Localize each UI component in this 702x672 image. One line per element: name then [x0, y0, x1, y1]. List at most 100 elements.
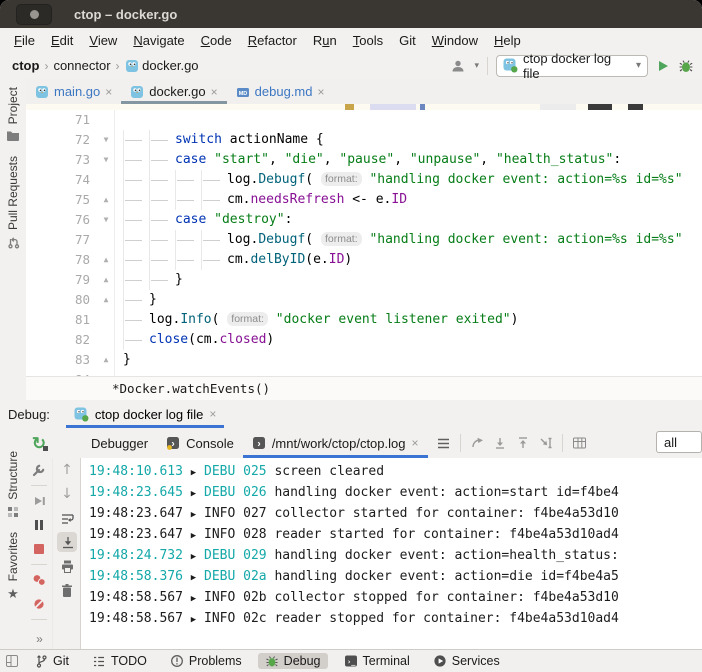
editor-tab-main-go[interactable]: main.go×	[26, 79, 121, 104]
debugger-tab-console[interactable]: ›Console	[157, 428, 243, 458]
user-icon[interactable]	[450, 58, 466, 74]
fold-marker-icon[interactable]: ▲	[98, 250, 114, 270]
fold-marker-icon[interactable]: ▲	[98, 290, 114, 310]
up-arrow-icon[interactable]: ↑	[57, 460, 77, 480]
menu-git[interactable]: Git	[391, 31, 424, 50]
fold-marker-icon[interactable]: ▲	[98, 270, 114, 290]
stop-icon[interactable]	[29, 539, 49, 559]
debug-session-tab[interactable]: ctop docker log file ×	[66, 400, 224, 428]
console-view-toolbar	[436, 434, 587, 452]
status-item-git[interactable]: Git	[28, 653, 76, 669]
breadcrumb: ctop› connector› docker.go	[0, 58, 199, 74]
tool-window-button-structure[interactable]: Structure	[6, 451, 20, 518]
clear-icon[interactable]	[57, 580, 77, 600]
settings-wrench-icon[interactable]	[29, 460, 49, 480]
fold-marker-icon[interactable]: ▼	[98, 150, 114, 170]
close-icon[interactable]: ×	[411, 437, 418, 449]
tool-window-button-favorites[interactable]: Favorites★	[6, 532, 20, 600]
pause-icon[interactable]	[29, 515, 49, 535]
run-toolbar: ▾ ctop docker log file ▾	[450, 55, 702, 77]
chevron-down-icon: ▾	[636, 60, 641, 71]
run-config-select[interactable]: ctop docker log file ▾	[496, 55, 648, 77]
debugger-tab-debugger[interactable]: Debugger	[82, 428, 157, 458]
log-filter-value: all	[664, 435, 677, 450]
status-item-problems[interactable]: Problems	[163, 653, 249, 669]
sticky-context-bar[interactable]: *Docker.watchEvents()	[26, 376, 702, 401]
down-arrow-icon[interactable]: ↓	[57, 484, 77, 504]
line-number: 79	[26, 270, 98, 290]
tool-window-button-project[interactable]: Project	[6, 87, 20, 142]
line-number: 76	[26, 210, 98, 230]
log-filter-select[interactable]: all	[656, 431, 702, 453]
line-number: 75	[26, 190, 98, 210]
fold-marker-icon[interactable]	[98, 330, 114, 350]
view-breakpoints-icon[interactable]	[29, 570, 49, 590]
restore-layout-icon[interactable]	[470, 436, 484, 450]
menu-tools[interactable]: Tools	[345, 31, 391, 50]
fold-marker-icon[interactable]	[98, 310, 114, 330]
close-icon[interactable]: ×	[211, 86, 218, 98]
status-item-debug[interactable]: Debug	[258, 653, 328, 669]
editor-tab-debug-md[interactable]: MDdebug.md×	[227, 79, 334, 104]
menu-view[interactable]: View	[81, 31, 125, 50]
menu-help[interactable]: Help	[486, 31, 529, 50]
menu-window[interactable]: Window	[424, 31, 486, 50]
fold-marker-icon[interactable]	[98, 110, 114, 130]
menu-file[interactable]: File	[6, 31, 43, 50]
scroll-to-end-icon[interactable]	[57, 532, 77, 552]
toolbar-divider	[487, 57, 488, 75]
status-item-todo[interactable]: TODO	[85, 653, 154, 669]
close-icon[interactable]: ×	[317, 86, 324, 98]
fold-marker-icon[interactable]	[98, 170, 114, 190]
debugger-tabs: Debugger›Console›/mnt/work/ctop/ctop.log…	[82, 428, 428, 458]
svg-text:›: ›	[257, 439, 260, 450]
menu-run[interactable]: Run	[305, 31, 345, 50]
move-down-icon[interactable]	[493, 436, 507, 450]
fold-marker-icon[interactable]: ▼	[98, 130, 114, 150]
toolbar-divider	[562, 434, 563, 452]
menu-code[interactable]: Code	[193, 31, 240, 50]
fold-marker-icon[interactable]: ▲	[98, 190, 114, 210]
mute-breakpoints-icon[interactable]	[29, 594, 49, 614]
debugger-tab--mnt-work-ctop-ctop-log[interactable]: ›/mnt/work/ctop/ctop.log×	[243, 428, 428, 458]
fold-marker-icon[interactable]	[98, 230, 114, 250]
go-debug-icon	[503, 58, 518, 73]
debug-button[interactable]	[678, 58, 694, 74]
breadcrumb-item[interactable]: ctop	[12, 58, 39, 73]
fold-marker-icon[interactable]: ▼	[98, 210, 114, 230]
status-item-services[interactable]: Services	[426, 653, 507, 669]
line-number: 78	[26, 250, 98, 270]
more-actions-button[interactable]: »	[36, 632, 42, 646]
layout-grid-icon[interactable]	[572, 436, 587, 450]
soft-wrap-icon[interactable]	[57, 508, 77, 528]
menu-refactor[interactable]: Refactor	[240, 31, 305, 50]
status-item-terminal[interactable]: ›_Terminal	[337, 653, 417, 669]
close-icon[interactable]: ×	[105, 86, 112, 98]
rerun-icon[interactable]: ↻	[32, 435, 46, 452]
jump-to-source-icon[interactable]	[539, 436, 553, 450]
user-dropdown-arrow[interactable]: ▾	[474, 60, 479, 71]
debugger-tab-bar: ↻ Debugger›Console›/mnt/work/ctop/ctop.l…	[26, 428, 702, 459]
problems-icon	[170, 654, 184, 668]
editor-tab-docker-go[interactable]: docker.go×	[121, 79, 226, 104]
log-output[interactable]: 19:48:10.613 ▶ DEBU 025 screen cleared19…	[80, 458, 702, 650]
code-line: 75▲cm.needsRefresh <- e.ID	[26, 190, 702, 210]
move-up-icon[interactable]	[516, 436, 530, 450]
tool-window-switcher-icon[interactable]	[5, 654, 19, 668]
menu-edit[interactable]: Edit	[43, 31, 81, 50]
tool-window-button-pull-requests[interactable]: Pull Requests	[6, 156, 20, 249]
run-button[interactable]	[656, 59, 670, 73]
log-line: 19:48:58.567 ▶ INFO 02b collector stoppe…	[81, 587, 702, 608]
breadcrumb-item[interactable]: connector	[53, 58, 110, 73]
print-icon[interactable]	[57, 556, 77, 576]
resume-icon[interactable]	[29, 491, 49, 511]
hamburger-icon[interactable]	[436, 437, 451, 450]
line-number: 81	[26, 310, 98, 330]
code-line: 80▲}	[26, 290, 702, 310]
menu-navigate[interactable]: Navigate	[125, 31, 192, 50]
fold-marker-icon[interactable]: ▲	[98, 350, 114, 370]
breadcrumb-item[interactable]: docker.go	[125, 58, 199, 74]
code-editor[interactable]: 7172▼switch actionName {73▼case "start",…	[26, 104, 702, 376]
window-menu-button[interactable]	[16, 4, 52, 25]
close-icon[interactable]: ×	[209, 408, 216, 420]
